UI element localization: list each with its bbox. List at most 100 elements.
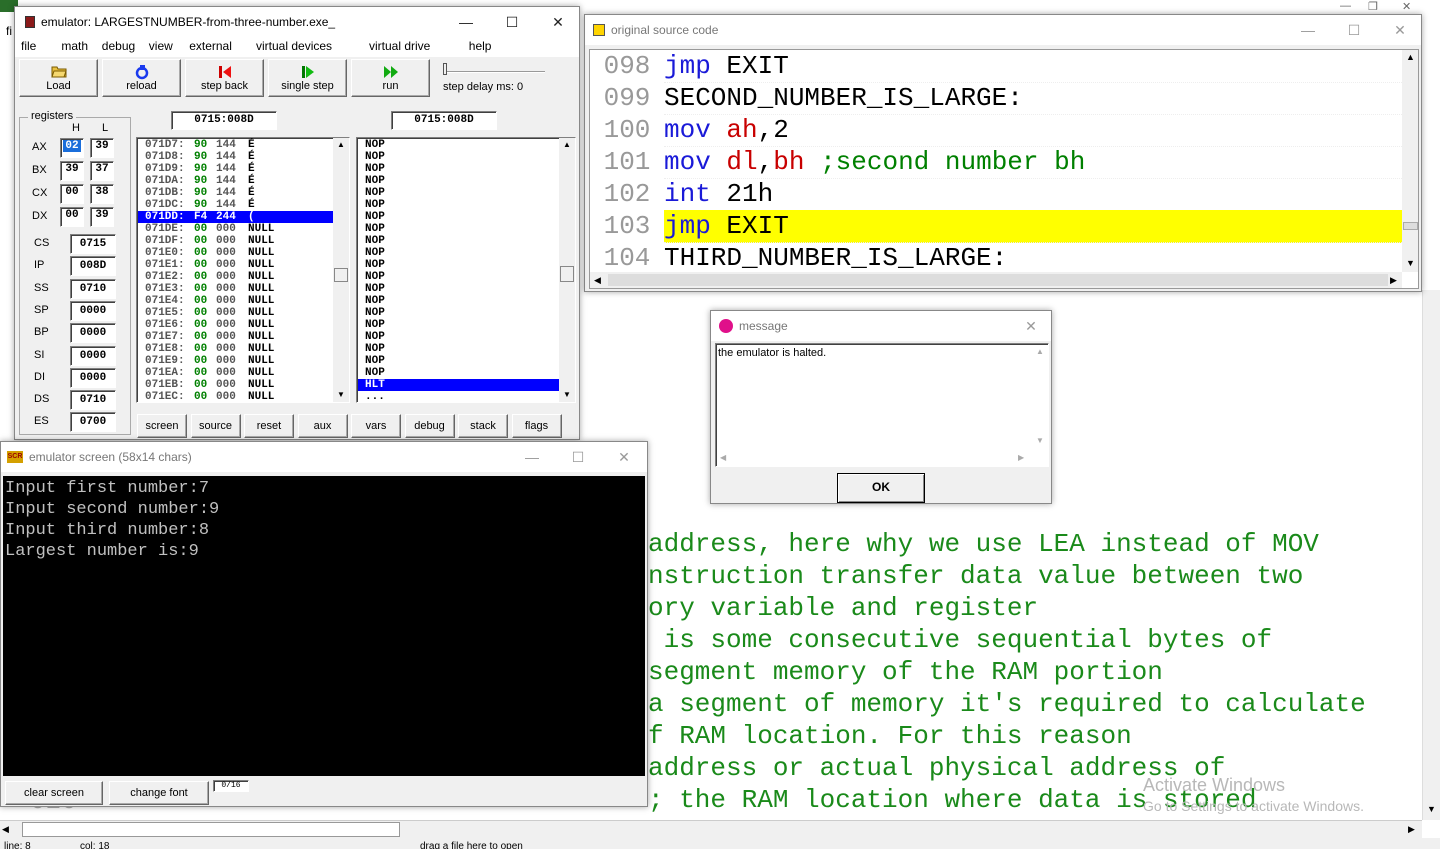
register-bx-high[interactable]: 39 (60, 161, 84, 181)
source-vscroll-thumb[interactable] (1403, 222, 1418, 230)
change-font-button[interactable]: change font (109, 781, 209, 805)
disassembly-row[interactable]: NOP (358, 151, 560, 163)
register-dx-high[interactable]: 00 (60, 207, 84, 227)
memory-row[interactable]: 071E9: 00 000 NULL (138, 355, 334, 367)
menu-debug[interactable]: debug (102, 39, 135, 53)
debug-button[interactable]: debug (404, 414, 455, 438)
address-right[interactable]: 0715:008D (391, 111, 497, 130)
memory-row[interactable]: 071EA: 00 000 NULL (138, 367, 334, 379)
memory-row[interactable]: 071EB: 00 000 NULL (138, 379, 334, 391)
memory-row[interactable]: 071E5: 00 000 NULL (138, 307, 334, 319)
memory-vscroll[interactable]: ▲ ▼ (333, 138, 349, 402)
register-cx-low[interactable]: 38 (90, 184, 114, 204)
disassembly-row[interactable]: NOP (358, 223, 560, 235)
source-line[interactable]: 098 jmp EXIT (590, 50, 1402, 83)
maximize-icon[interactable]: ☐ (1331, 15, 1377, 45)
source-titlebar[interactable]: original source code — ☐ ✕ (585, 15, 1421, 45)
close-icon[interactable]: ✕ (535, 7, 581, 37)
memory-row[interactable]: 071DC: 90 144 É (138, 199, 334, 211)
disassembly-vscroll-thumb[interactable] (560, 266, 574, 282)
memory-row[interactable]: 071E1: 00 000 NULL (138, 259, 334, 271)
message-titlebar[interactable]: message ✕ (711, 311, 1051, 341)
memory-row[interactable]: 071E6: 00 000 NULL (138, 319, 334, 331)
menu-math[interactable]: math (61, 39, 88, 53)
source-line[interactable]: 103 jmp EXIT (590, 210, 1402, 243)
flags-button[interactable]: flags (511, 414, 562, 438)
memory-row[interactable]: 071E3: 00 000 NULL (138, 283, 334, 295)
register-ss[interactable]: 0710 (70, 278, 116, 299)
toolbar-button-run[interactable]: run (351, 59, 430, 97)
memory-row[interactable]: 071DB: 90 144 É (138, 187, 334, 199)
memory-list[interactable]: 071D7: 90 144 É 071D8: 90 144 É 071D9: 90 144 É 071D… (136, 137, 350, 403)
memory-row[interactable]: 071D7: 90 144 É (138, 139, 334, 151)
disassembly-row[interactable]: NOP (358, 139, 560, 151)
menu-virtual-drive[interactable]: virtual drive (369, 39, 430, 53)
menu-external[interactable]: external (189, 39, 232, 53)
step-delay-slider-track[interactable] (445, 71, 545, 73)
maximize-icon[interactable]: ☐ (555, 442, 601, 472)
aux-button[interactable]: aux (297, 414, 348, 438)
disassembly-row[interactable]: NOP (358, 235, 560, 247)
register-si[interactable]: 0000 (70, 345, 116, 366)
stack-button[interactable]: stack (458, 414, 508, 438)
disassembly-row[interactable]: NOP (358, 331, 560, 343)
disassembly-row[interactable]: NOP (358, 283, 560, 295)
register-ax-high[interactable]: 02 (60, 138, 84, 158)
memory-row[interactable]: 071D9: 90 144 É (138, 163, 334, 175)
source-line[interactable]: 104 THIRD_NUMBER_IS_LARGE: (590, 242, 1402, 275)
disassembly-row[interactable]: ... (358, 391, 560, 402)
address-left[interactable]: 0715:008D (171, 111, 277, 130)
source-code-view[interactable]: 098 jmp EXIT 099 SECOND_NUMBER_IS_LARGE: 100… (589, 49, 1419, 289)
toolbar-button-single-step[interactable]: single step (268, 59, 347, 97)
register-bp[interactable]: 0000 (70, 323, 116, 344)
disassembly-row[interactable]: NOP (358, 295, 560, 307)
disassembly-row[interactable]: NOP (358, 367, 560, 379)
message-text-area[interactable]: the emulator is halted. ▲ ▼ ◀ ▶ (715, 343, 1049, 467)
bg-hscroll-thumb[interactable] (22, 822, 400, 837)
register-ds[interactable]: 0710 (70, 390, 116, 411)
disassembly-list[interactable]: NOP NOP NOP NOP NOP NOP NOP NOP NOP NOP NOP NOP NOP N… (356, 137, 576, 403)
minimize-icon[interactable]: — (1285, 15, 1331, 45)
disassembly-vscroll[interactable]: ▲ ▼ (559, 138, 575, 402)
source-line[interactable]: 100 mov ah,2 (590, 114, 1402, 147)
memory-row[interactable]: 071E8: 00 000 NULL (138, 343, 334, 355)
memory-row[interactable]: 071DA: 90 144 É (138, 175, 334, 187)
memory-row[interactable]: 071E4: 00 000 NULL (138, 295, 334, 307)
disassembly-row[interactable]: NOP (358, 307, 560, 319)
screen-button[interactable]: screen (137, 414, 187, 438)
memory-row[interactable]: 071DD: F4 244 ( (138, 211, 334, 223)
register-di[interactable]: 0000 (70, 367, 116, 388)
vars-button[interactable]: vars (351, 414, 401, 438)
source-vscroll[interactable]: ▲ ▼ (1402, 50, 1418, 272)
disassembly-row[interactable]: NOP (358, 163, 560, 175)
reset-button[interactable]: reset (244, 414, 294, 438)
screen-titlebar[interactable]: SCR emulator screen (58x14 chars) — ☐ ✕ (1, 442, 647, 472)
register-ip[interactable]: 008D (70, 256, 116, 277)
console-output[interactable]: Input first number:7 Input second number:… (3, 476, 645, 776)
disassembly-row[interactable]: NOP (358, 259, 560, 271)
memory-row[interactable]: 071E0: 00 000 NULL (138, 247, 334, 259)
register-dx-low[interactable]: 39 (90, 207, 114, 227)
source-line[interactable]: 101 mov dl,bh ;second number bh (590, 146, 1402, 179)
disassembly-row[interactable]: NOP (358, 343, 560, 355)
bg-horizontal-scrollbar[interactable]: ◀ ▶ (0, 820, 1422, 838)
maximize-icon[interactable]: ☐ (489, 7, 535, 37)
step-delay-control[interactable]: step delay ms: 0 (435, 59, 549, 99)
message-vscroll[interactable]: ▲ ▼ (1032, 344, 1048, 450)
register-bx-low[interactable]: 37 (90, 161, 114, 181)
bg-vertical-scrollbar[interactable]: ▼ (1422, 290, 1440, 820)
memory-row[interactable]: 071E7: 00 000 NULL (138, 331, 334, 343)
close-icon[interactable]: ✕ (1377, 15, 1423, 45)
source-hscroll-thumb[interactable] (608, 274, 1388, 286)
toolbar-button-load[interactable]: Load (19, 59, 98, 97)
memory-row[interactable]: 071D8: 90 144 É (138, 151, 334, 163)
disassembly-row[interactable]: NOP (358, 187, 560, 199)
register-cs[interactable]: 0715 (70, 234, 116, 254)
message-hscroll[interactable]: ◀ ▶ (716, 450, 1032, 466)
bg-menu-fragment[interactable]: fi (6, 24, 12, 38)
register-sp[interactable]: 0000 (70, 300, 116, 321)
minimize-icon[interactable]: — (509, 442, 555, 472)
source-line[interactable]: 102 int 21h (590, 178, 1402, 211)
disassembly-row[interactable]: NOP (358, 175, 560, 187)
menu-help[interactable]: help (469, 39, 492, 53)
